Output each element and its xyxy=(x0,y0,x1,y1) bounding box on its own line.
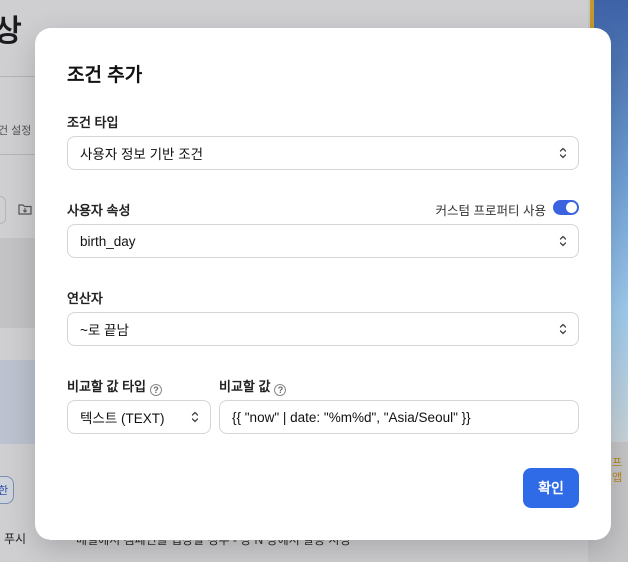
background-push-label: 푸시 xyxy=(4,532,27,546)
background-bubble: 한 xyxy=(0,476,14,504)
background-divider xyxy=(0,76,40,77)
custom-property-toggle[interactable] xyxy=(553,200,579,215)
background-button xyxy=(0,196,6,224)
compare-value-label-row: 비교할 값? xyxy=(219,376,287,396)
chevron-up-down-icon xyxy=(559,235,567,247)
condition-type-label: 조건 타입 xyxy=(67,115,119,130)
background-right-text: 프 앱 xyxy=(612,456,622,486)
operator-value: ~로 끝남 xyxy=(80,323,129,338)
custom-property-toggle-label: 커스텀 프로퍼티 사용 xyxy=(435,204,546,218)
compare-type-value: 텍스트 (TEXT) xyxy=(80,411,165,426)
confirm-button[interactable]: 확인 xyxy=(523,468,579,508)
operator-label: 연산자 xyxy=(67,291,103,306)
question-circle-icon[interactable]: ? xyxy=(274,384,287,396)
chevron-up-down-icon xyxy=(559,323,567,335)
add-condition-dialog: 조건 추가 조건 타입 사용자 정보 기반 조건 사용자 속성 커스텀 프로퍼티… xyxy=(35,28,611,540)
condition-type-value: 사용자 정보 기반 조건 xyxy=(80,147,204,162)
toggle-knob xyxy=(566,202,577,213)
compare-value-label: 비교할 값 xyxy=(219,379,271,394)
background-condition-setting-text: 건 설정 xyxy=(0,125,32,137)
background-right-text-line: 프 xyxy=(612,457,623,469)
compare-type-select[interactable]: 텍스트 (TEXT) xyxy=(67,400,211,434)
compare-type-label: 비교할 값 타입 xyxy=(67,379,146,394)
question-circle-icon[interactable]: ? xyxy=(149,384,162,396)
user-attribute-label: 사용자 속성 xyxy=(67,203,131,218)
chevron-up-down-icon xyxy=(191,411,199,423)
background-page-title: 상 xyxy=(0,15,22,48)
compare-value-text: {{ "now" | date: "%m%d", "Asia/Seoul" }} xyxy=(232,409,471,425)
user-attribute-value: birth_day xyxy=(80,233,136,249)
user-attribute-select[interactable]: birth_day xyxy=(67,224,579,258)
chevron-up-down-icon xyxy=(559,147,567,159)
folder-download-icon xyxy=(14,198,36,220)
compare-value-input[interactable]: {{ "now" | date: "%m%d", "Asia/Seoul" }} xyxy=(219,400,579,434)
operator-select[interactable]: ~로 끝남 xyxy=(67,312,579,346)
background-content-block xyxy=(0,238,40,328)
condition-type-select[interactable]: 사용자 정보 기반 조건 xyxy=(67,136,579,170)
background-right-text-line: 앱 xyxy=(612,472,623,484)
dialog-title: 조건 추가 xyxy=(67,65,143,86)
background-content-block xyxy=(0,360,40,444)
compare-type-label-row: 비교할 값 타입? xyxy=(67,376,162,396)
background-divider xyxy=(0,154,40,155)
